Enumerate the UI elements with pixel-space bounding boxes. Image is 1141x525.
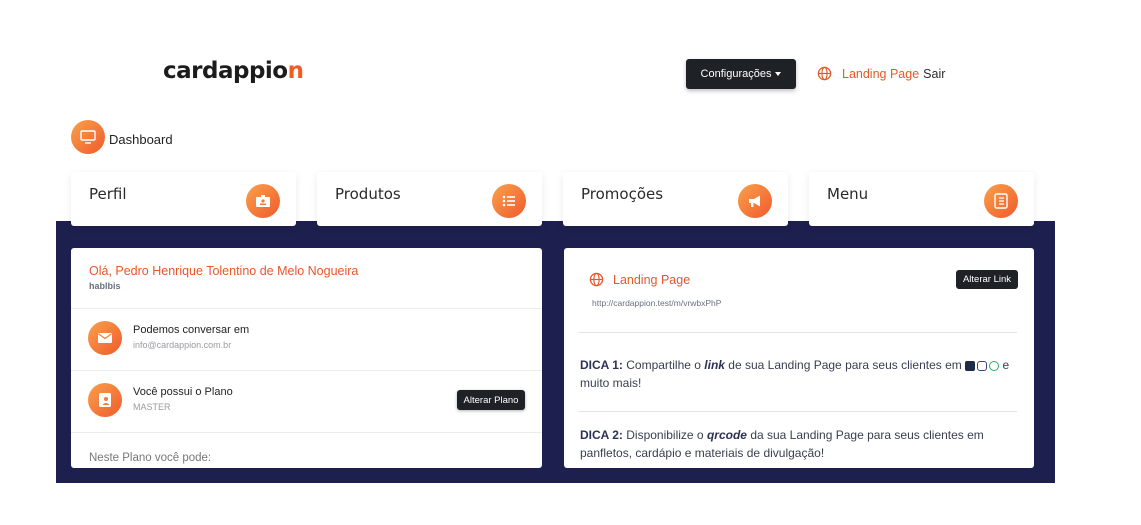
instagram-icon (977, 361, 988, 371)
whatsapp-icon (989, 361, 1000, 371)
menu-book-icon (984, 184, 1018, 218)
logo-accent: n (287, 58, 304, 84)
nav-card-label: Perfil (89, 185, 127, 203)
plan-name: MASTER (133, 402, 171, 412)
nav-card-perfil[interactable]: Perfil (71, 172, 296, 226)
nav-card-promocoes[interactable]: Promoções (563, 172, 788, 226)
tip-2-keyword: qrcode (706, 428, 747, 442)
dashboard-icon (71, 120, 105, 154)
caret-down-icon (775, 72, 782, 76)
username: hablbis (89, 281, 121, 291)
tip-1-text-pre: Compartilhe o (626, 358, 701, 372)
contact-title: Podemos conversar em (133, 324, 250, 336)
landing-page-url[interactable]: http://cardappion.test/m/vrwbxPhP (592, 298, 721, 308)
nav-card-produtos[interactable]: Produtos (317, 172, 542, 226)
tip-2-label: DICA 2: (580, 428, 623, 442)
page: cardappion Configurações Landing Page Sa… (0, 0, 1141, 525)
tip-2-text-pre: Disponibilize o (626, 428, 704, 442)
user-greeting: Olá, Pedro Henrique Tolentino de Melo No… (89, 264, 359, 278)
plan-row: Você possui o Plano MASTER Alterar Plano (71, 370, 542, 432)
nav-card-label: Promoções (581, 185, 664, 203)
tip-1-keyword: link (704, 358, 725, 372)
tip-1: DICA 1: Compartilhe o link de sua Landin… (580, 356, 1020, 392)
divider (579, 332, 1017, 333)
megaphone-icon (738, 184, 772, 218)
plan-features-heading: Neste Plano você pode: (89, 452, 212, 464)
nav-card-menu[interactable]: Menu (809, 172, 1034, 226)
logout-link[interactable]: Sair (923, 67, 945, 81)
change-link-button[interactable]: Alterar Link (956, 270, 1018, 289)
header-links: Landing Page Sair (817, 66, 945, 81)
globe-icon (817, 66, 832, 81)
landing-page-link[interactable]: Landing Page (842, 67, 919, 81)
landing-page-title: Landing Page (613, 272, 691, 287)
user-card-icon (88, 383, 122, 417)
settings-button-label: Configurações (700, 68, 772, 80)
plan-title: Você possui o Plano (133, 386, 233, 398)
tip-1-label: DICA 1: (580, 358, 623, 372)
divider (579, 411, 1017, 412)
contact-email: info@cardappion.com.br (133, 340, 232, 350)
profile-panel: Olá, Pedro Henrique Tolentino de Melo No… (71, 248, 542, 468)
landing-page-heading: Landing Page (589, 272, 690, 287)
nav-card-label: Produtos (335, 185, 401, 203)
id-badge-icon (246, 184, 280, 218)
list-icon (492, 184, 526, 218)
facebook-icon (965, 361, 976, 371)
logo-text: cardappio (163, 58, 288, 84)
globe-icon (589, 272, 604, 287)
page-title: Dashboard (109, 132, 173, 147)
change-plan-button[interactable]: Alterar Plano (457, 390, 525, 410)
tip-1-text-post: de sua Landing Page para seus clientes e… (728, 358, 962, 372)
social-icons (965, 361, 1000, 371)
nav-card-label: Menu (827, 185, 869, 203)
envelope-icon (88, 321, 122, 355)
landing-page-panel: Landing Page Alterar Link http://cardapp… (564, 248, 1034, 468)
logo[interactable]: cardappion (163, 58, 304, 84)
settings-dropdown-button[interactable]: Configurações (686, 59, 796, 89)
tip-2: DICA 2: Disponibilize o qrcode da sua La… (580, 426, 1020, 462)
contact-row: Podemos conversar em info@cardappion.com… (71, 308, 542, 370)
